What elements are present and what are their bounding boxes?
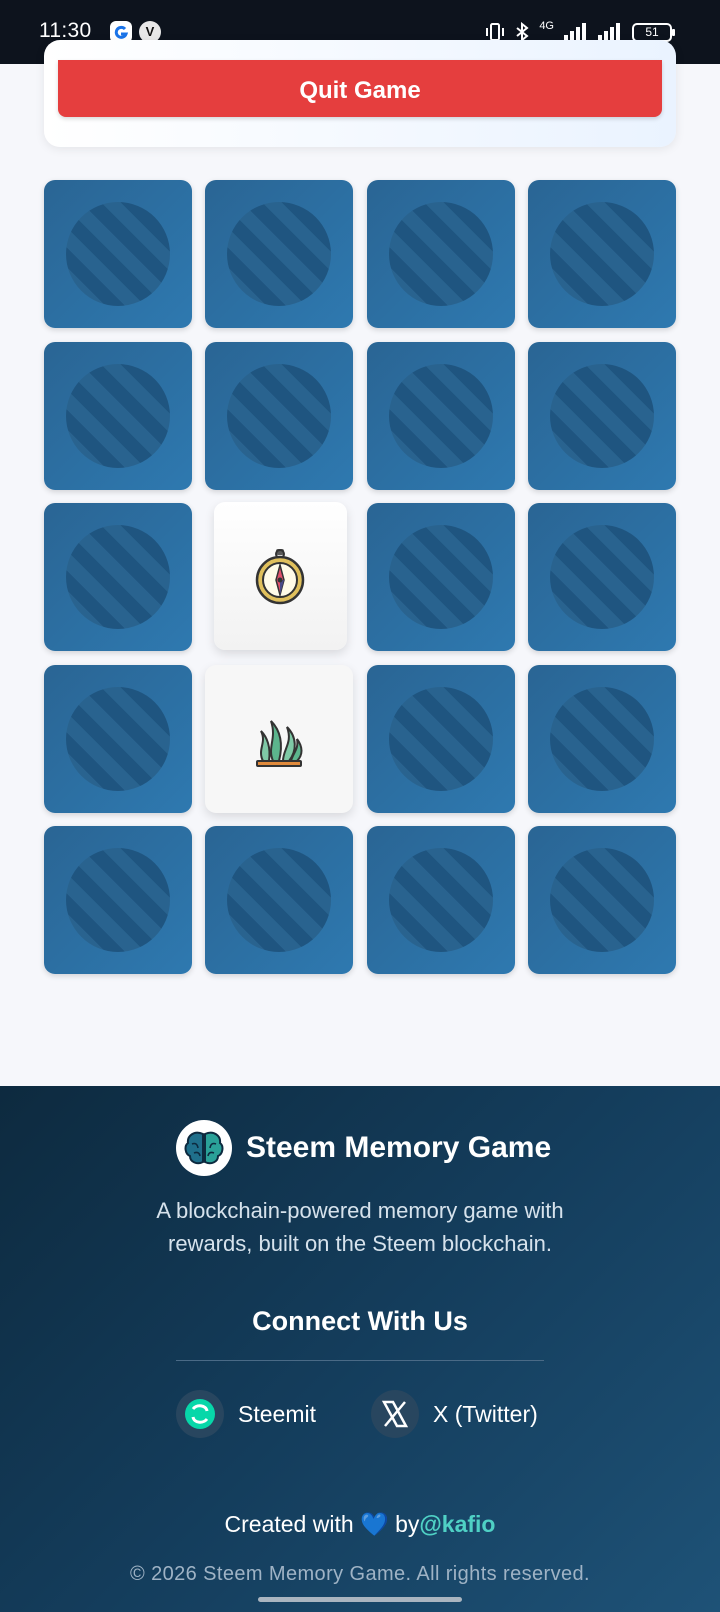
steemit-link[interactable]: Steemit: [176, 1390, 316, 1438]
heart-icon: 💙: [360, 1511, 389, 1537]
author-handle-link[interactable]: @kafio: [419, 1511, 495, 1537]
memory-card[interactable]: [205, 342, 353, 490]
credits-by: by: [395, 1511, 420, 1537]
memory-card[interactable]: [367, 503, 515, 651]
credits-prefix: Created with: [224, 1511, 354, 1537]
memory-card[interactable]: [367, 826, 515, 974]
card-back-pattern: [550, 525, 654, 629]
card-back-pattern: [227, 202, 331, 306]
memory-card[interactable]: [44, 665, 192, 813]
steemit-label: Steemit: [238, 1400, 316, 1427]
card-back-pattern: [550, 848, 654, 952]
footer-brand: Steem Memory Game: [176, 1120, 551, 1176]
steemit-icon: [176, 1390, 224, 1438]
connect-heading: Connect With Us: [252, 1306, 468, 1336]
compass-icon: [255, 549, 305, 605]
memory-card[interactable]: [367, 665, 515, 813]
site-footer: Steem Memory Game A blockchain-powered m…: [0, 1086, 720, 1612]
memory-card[interactable]: [44, 826, 192, 974]
memory-card[interactable]: [205, 826, 353, 974]
card-back-pattern: [389, 525, 493, 629]
memory-card[interactable]: [205, 180, 353, 328]
memory-card[interactable]: [528, 503, 676, 651]
memory-card[interactable]: [528, 342, 676, 490]
bluetooth-icon: [516, 22, 529, 42]
card-back-pattern: [66, 364, 170, 468]
footer-tagline-line: A blockchain-powered memory game with: [156, 1198, 564, 1223]
card-back-pattern: [550, 687, 654, 791]
card-back-pattern: [227, 364, 331, 468]
x-twitter-link[interactable]: X (Twitter): [371, 1390, 538, 1438]
x-icon: [371, 1390, 419, 1438]
quit-game-button[interactable]: Quit Game: [58, 60, 662, 117]
footer-divider: [176, 1360, 544, 1361]
card-back-pattern: [66, 202, 170, 306]
card-back-pattern: [66, 687, 170, 791]
memory-card-revealed[interactable]: [205, 665, 353, 813]
vibrate-icon: [486, 23, 505, 41]
network-type-label: 4G: [539, 20, 554, 32]
card-back-pattern: [389, 364, 493, 468]
signal-strength-icon: [564, 23, 586, 41]
battery-icon: 51: [632, 22, 675, 42]
memory-card[interactable]: [528, 180, 676, 328]
card-back-pattern: [389, 687, 493, 791]
card-back-pattern: [550, 202, 654, 306]
memory-card[interactable]: [367, 180, 515, 328]
brain-logo-icon: [176, 1120, 232, 1176]
memory-card[interactable]: [367, 342, 515, 490]
card-back-pattern: [389, 848, 493, 952]
memory-card[interactable]: [44, 342, 192, 490]
signal-strength-icon-2: [598, 23, 620, 41]
home-indicator[interactable]: [258, 1597, 462, 1602]
card-back-pattern: [550, 364, 654, 468]
footer-tagline: A blockchain-powered memory game with re…: [0, 1194, 720, 1260]
card-back-pattern: [227, 848, 331, 952]
card-back-pattern: [66, 525, 170, 629]
x-twitter-label: X (Twitter): [433, 1400, 538, 1427]
footer-brand-title: Steem Memory Game: [246, 1131, 552, 1164]
memory-card[interactable]: [528, 665, 676, 813]
card-back-pattern: [66, 848, 170, 952]
seaweed-icon: [256, 720, 303, 767]
footer-tagline-line: rewards, built on the Steem blockchain.: [168, 1231, 552, 1256]
memory-card[interactable]: [44, 503, 192, 651]
memory-card[interactable]: [528, 826, 676, 974]
copyright-text: © 2026 Steem Memory Game. All rights res…: [130, 1563, 590, 1585]
memory-card-revealed[interactable]: [214, 502, 347, 650]
memory-card[interactable]: [44, 180, 192, 328]
card-back-pattern: [389, 202, 493, 306]
footer-credits: Created with 💙 by@kafio: [0, 1511, 720, 1538]
